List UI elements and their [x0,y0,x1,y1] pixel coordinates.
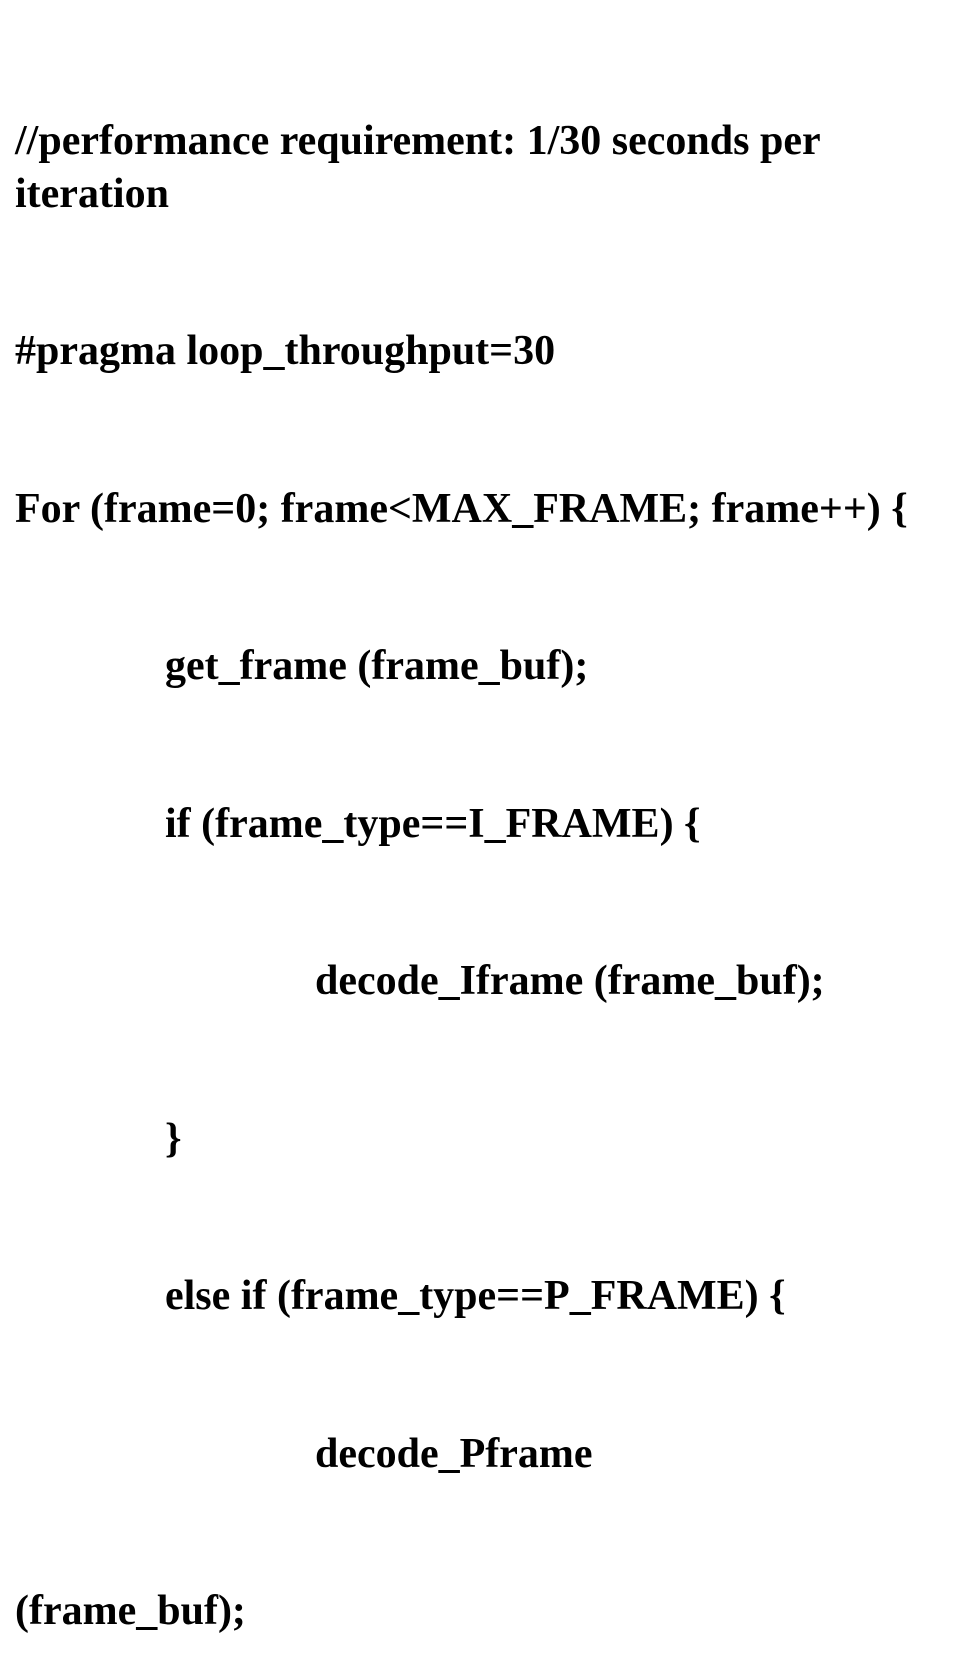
code-line-decode-iframe: decode_Iframe (frame_buf); [15,955,955,1008]
code-line-close-if: } [15,1113,955,1166]
code-line-getframe: get_frame (frame_buf); [15,640,955,693]
code-line-for: For (frame=0; frame<MAX_FRAME; frame++) … [15,483,955,536]
code-line-elseif: else if (frame_type==P_FRAME) { [15,1270,955,1323]
code-snippet: //performance requirement: 1/30 seconds … [15,10,955,1670]
code-line-comment: //performance requirement: 1/30 seconds … [15,115,955,220]
code-line-decode-pframe: decode_Pframe [15,1428,955,1481]
code-line-pragma: #pragma loop_throughput=30 [15,325,955,378]
code-line-if: if (frame_type==I_FRAME) { [15,798,955,851]
code-line-framebuf: (frame_buf); [15,1585,955,1638]
